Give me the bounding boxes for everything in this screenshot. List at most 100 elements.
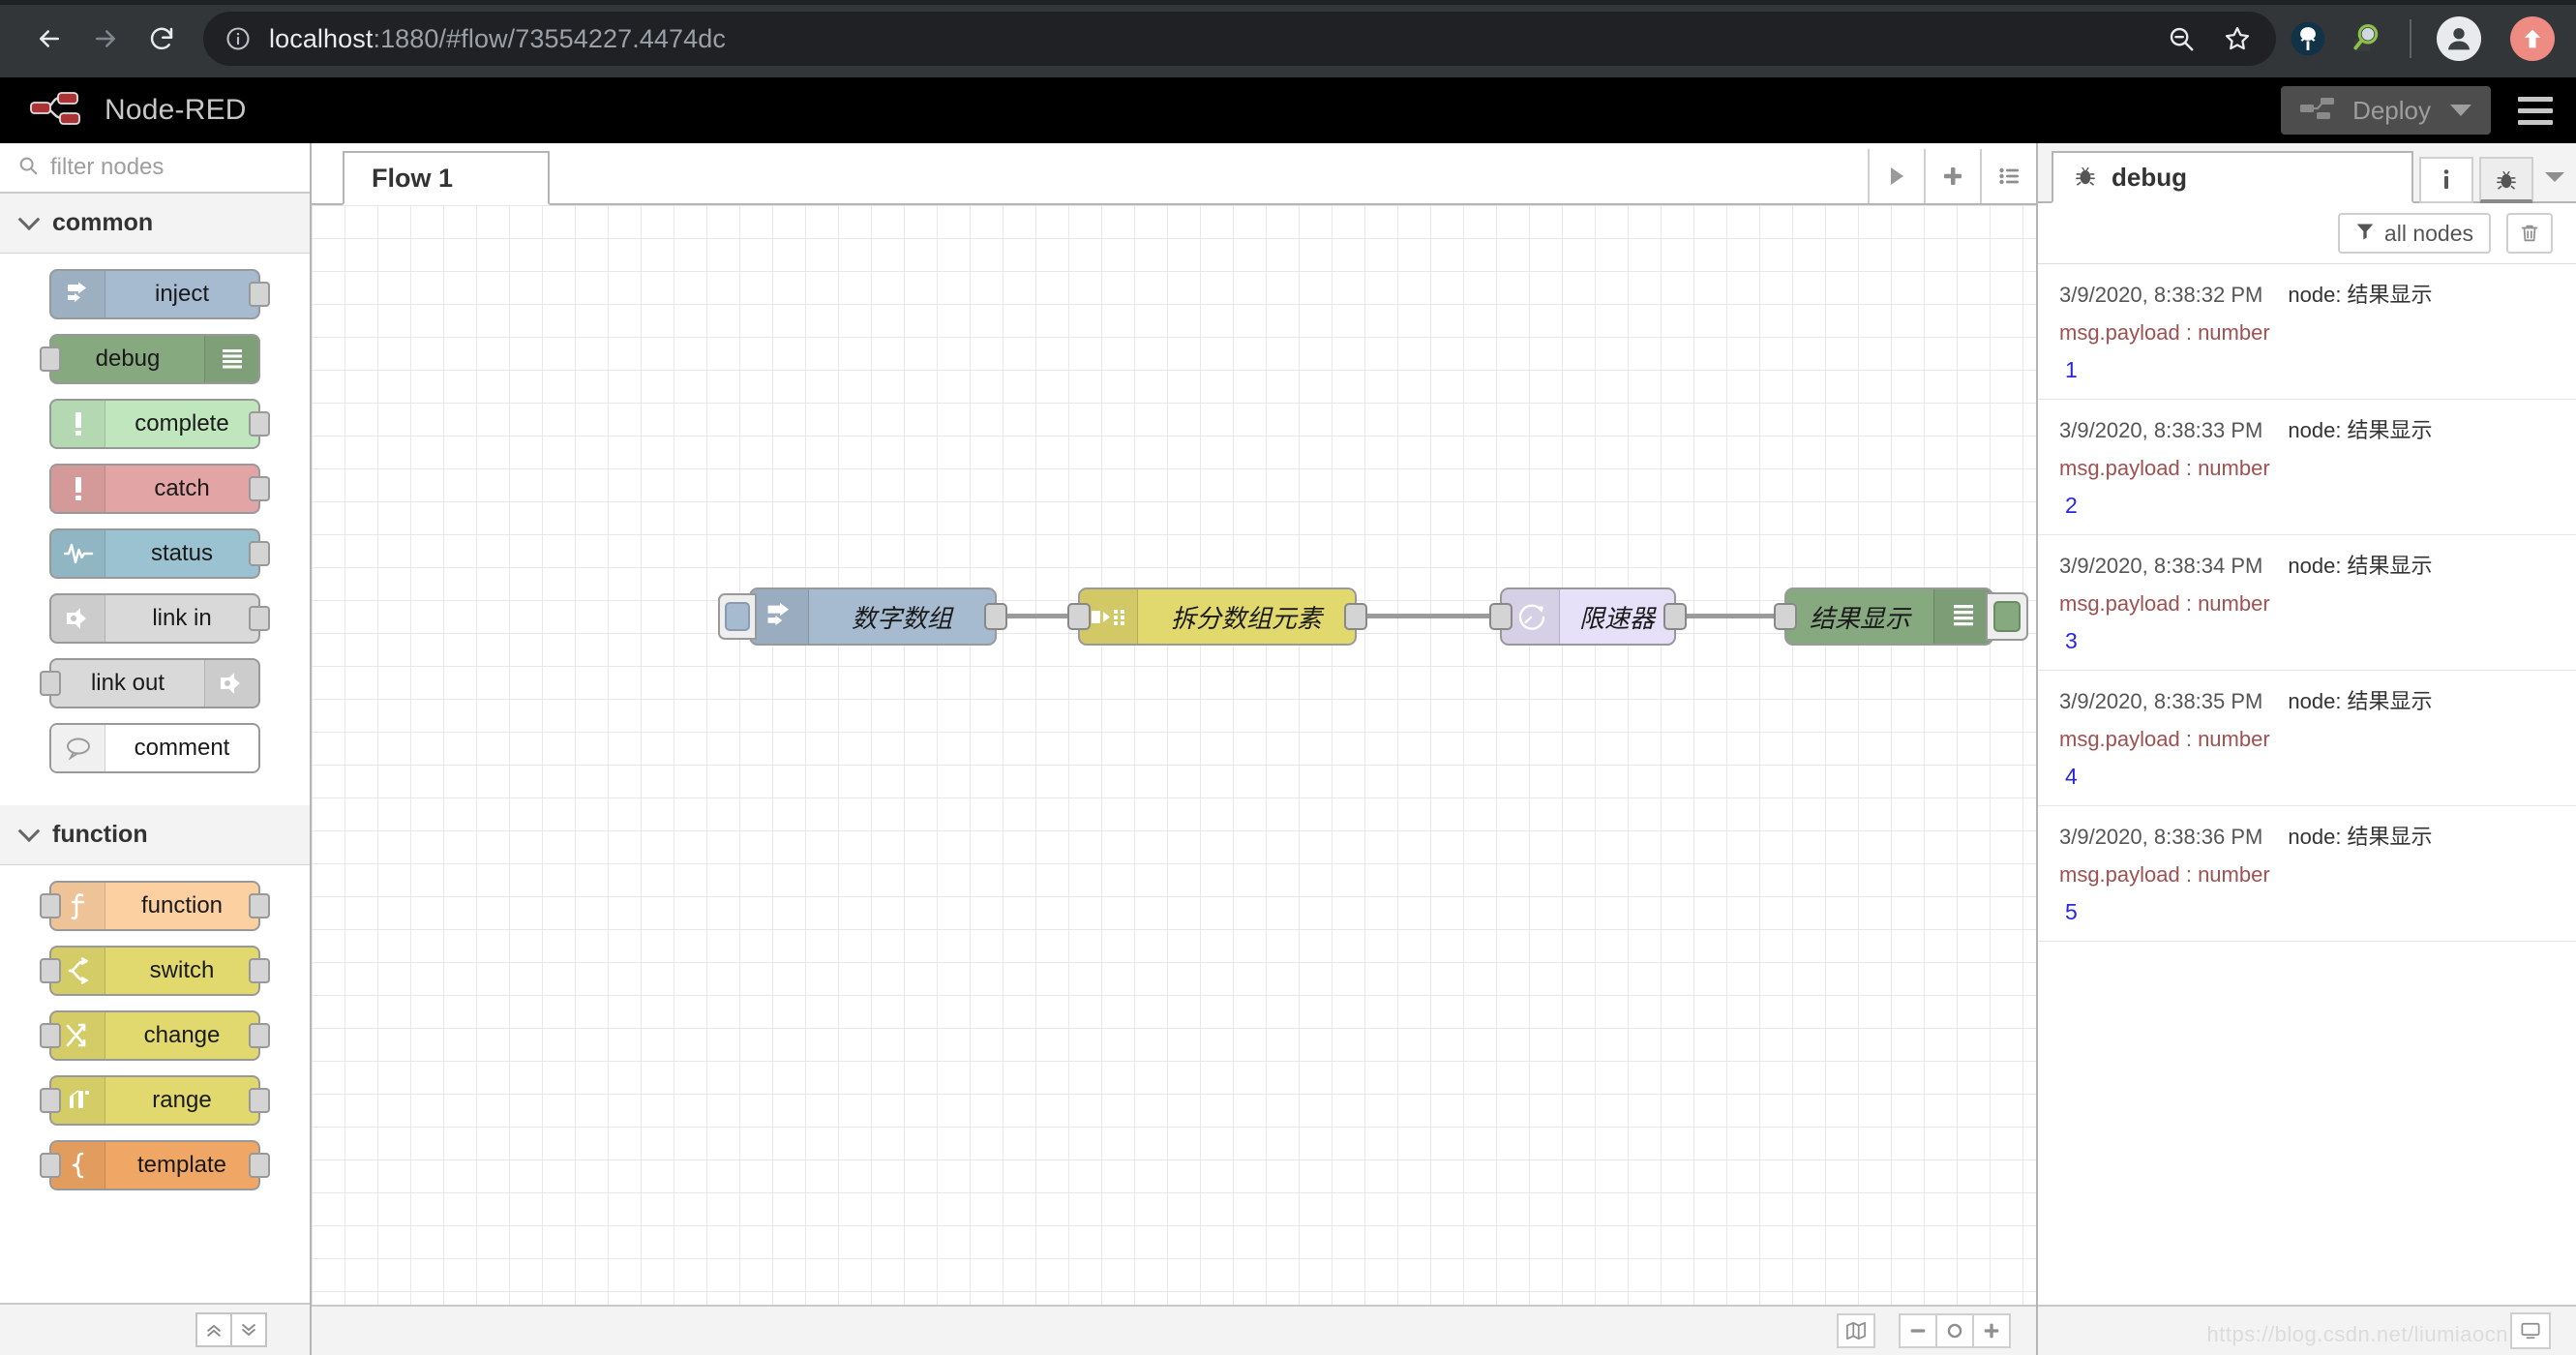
palette-node-inject[interactable]: inject (49, 269, 270, 319)
palette-category-common[interactable]: common (0, 194, 310, 254)
input-port[interactable] (40, 346, 61, 372)
address-bar[interactable]: localhost:1880/#flow/73554227.4474dc (203, 12, 2276, 66)
palette-footer (0, 1303, 310, 1355)
sidebar-debug-tab-button[interactable] (2479, 157, 2533, 203)
browser-reload-button[interactable] (134, 11, 190, 67)
palette-category-function[interactable]: function (0, 805, 310, 865)
flow-node-label: 结果显示 (1809, 603, 1910, 633)
output-port[interactable] (249, 476, 270, 501)
output-port[interactable] (249, 1153, 270, 1178)
add-flow-button[interactable] (1924, 149, 1980, 203)
expand-all-button[interactable] (230, 1312, 267, 1347)
output-port[interactable] (249, 893, 270, 918)
output-port[interactable] (249, 1088, 270, 1113)
input-port[interactable] (40, 958, 61, 983)
tab-flow-1[interactable]: Flow 1 (343, 151, 550, 205)
palette-node-link-out[interactable]: link out (40, 658, 260, 708)
filter-nodes-button[interactable]: all nodes (2337, 213, 2491, 254)
input-port[interactable] (1774, 603, 1797, 630)
palette-node-function[interactable]: function (40, 881, 270, 931)
flow-node-inject[interactable]: 数字数组 (718, 587, 1007, 646)
palette-node-debug[interactable]: debug (40, 334, 260, 384)
link-in-icon (51, 595, 105, 642)
palette-node-change[interactable]: change (40, 1010, 270, 1061)
flow-node-split[interactable]: 拆分数组元素 (1067, 587, 1367, 646)
input-port[interactable] (40, 1023, 61, 1048)
zoom-out-icon[interactable] (2156, 14, 2206, 64)
browser-back-button[interactable] (21, 11, 77, 67)
output-port[interactable] (249, 958, 270, 983)
palette-search[interactable] (0, 143, 310, 194)
input-port[interactable] (40, 1088, 61, 1113)
message-timestamp: 3/9/2020, 8:38:34 PM (2059, 554, 2263, 578)
extension-magnifier-icon[interactable] (2344, 18, 2384, 59)
palette-node-link-in[interactable]: link in (49, 593, 270, 644)
input-port[interactable] (1067, 603, 1091, 630)
sidebar-more-button[interactable] (2533, 151, 2576, 203)
browser-forward-button[interactable] (77, 11, 134, 67)
input-port[interactable] (1489, 603, 1513, 630)
flow-node-delay[interactable]: 限速器 (1489, 587, 1687, 646)
next-flow-button[interactable] (1868, 149, 1924, 203)
bookmark-star-icon[interactable] (2212, 14, 2262, 64)
debug-message[interactable]: 3/9/2020, 8:38:33 PM node: 结果显示 msg.payl… (2038, 400, 2576, 535)
profile-avatar-icon[interactable] (2437, 16, 2481, 61)
zoom-out-button[interactable] (1899, 1313, 1937, 1348)
sidebar-info-tab-button[interactable] (2419, 157, 2473, 203)
deploy-icon (2298, 95, 2337, 127)
output-port[interactable] (1344, 603, 1367, 630)
flow-list-button[interactable] (1980, 149, 2036, 203)
bug-icon (2073, 163, 2098, 193)
zoom-in-button[interactable] (1972, 1313, 2011, 1348)
palette-node-range[interactable]: range (40, 1075, 270, 1126)
message-property: msg.payload : number (2059, 862, 2270, 887)
input-port[interactable] (40, 893, 61, 918)
output-port[interactable] (249, 1023, 270, 1048)
collapse-all-button[interactable] (195, 1312, 232, 1347)
palette-node-template[interactable]: template (40, 1140, 270, 1190)
output-port[interactable] (249, 541, 270, 566)
toolbar-divider (2410, 19, 2411, 58)
output-port[interactable] (1663, 603, 1687, 630)
funnel-icon (2355, 222, 2375, 246)
palette-node-label: range (152, 1087, 212, 1113)
debug-toggle-button[interactable] (1986, 592, 2028, 641)
palette-node-label: status (150, 540, 214, 566)
navigator-map-button[interactable] (1837, 1313, 1875, 1348)
extension-shield-icon[interactable] (2288, 18, 2328, 59)
category-label: common (52, 209, 154, 236)
input-port[interactable] (40, 671, 61, 696)
flow-canvas[interactable]: 数字数组 拆分数组元素 限速器 结果显示 (312, 205, 2036, 1305)
clear-messages-button[interactable] (2506, 213, 2553, 254)
palette-node-switch[interactable]: switch (40, 946, 270, 996)
palette-scroll[interactable]: common inject debug complete catch statu… (0, 194, 310, 1303)
debug-message[interactable]: 3/9/2020, 8:38:35 PM node: 结果显示 msg.payl… (2038, 671, 2576, 806)
deploy-button[interactable]: Deploy (2281, 86, 2491, 135)
message-property: msg.payload : number (2059, 727, 2270, 751)
site-info-icon[interactable] (225, 25, 252, 52)
debug-message[interactable]: 3/9/2020, 8:38:32 PM node: 结果显示 msg.payl… (2038, 264, 2576, 400)
tab-debug[interactable]: debug (2052, 151, 2413, 203)
palette-node-catch[interactable]: catch (49, 464, 270, 514)
debug-message-list[interactable]: 3/9/2020, 8:38:32 PM node: 结果显示 msg.payl… (2038, 263, 2576, 1305)
search-input[interactable] (50, 154, 292, 181)
output-port[interactable] (249, 282, 270, 307)
chevron-down-icon[interactable] (2450, 105, 2471, 116)
zoom-reset-button[interactable] (1935, 1313, 1974, 1348)
inject-trigger-button[interactable] (718, 593, 757, 640)
output-port[interactable] (249, 411, 270, 437)
palette-node-comment[interactable]: comment (49, 723, 260, 773)
input-port[interactable] (40, 1153, 61, 1178)
chevron-down-icon (17, 819, 41, 842)
palette-node-status[interactable]: status (49, 528, 270, 579)
output-port[interactable] (249, 606, 270, 631)
flow-node-label: 限速器 (1578, 603, 1655, 633)
output-port[interactable] (984, 603, 1007, 630)
debug-message[interactable]: 3/9/2020, 8:38:36 PM node: 结果显示 msg.payl… (2038, 806, 2576, 942)
flow-node-debug[interactable]: 结果显示 (1774, 587, 2028, 646)
palette-node-complete[interactable]: complete (49, 399, 270, 449)
debug-message[interactable]: 3/9/2020, 8:38:34 PM node: 结果显示 msg.payl… (2038, 535, 2576, 671)
open-dashboard-button[interactable] (2510, 1312, 2551, 1349)
update-arrow-icon[interactable] (2510, 16, 2555, 61)
hamburger-menu-icon[interactable] (2512, 89, 2559, 133)
